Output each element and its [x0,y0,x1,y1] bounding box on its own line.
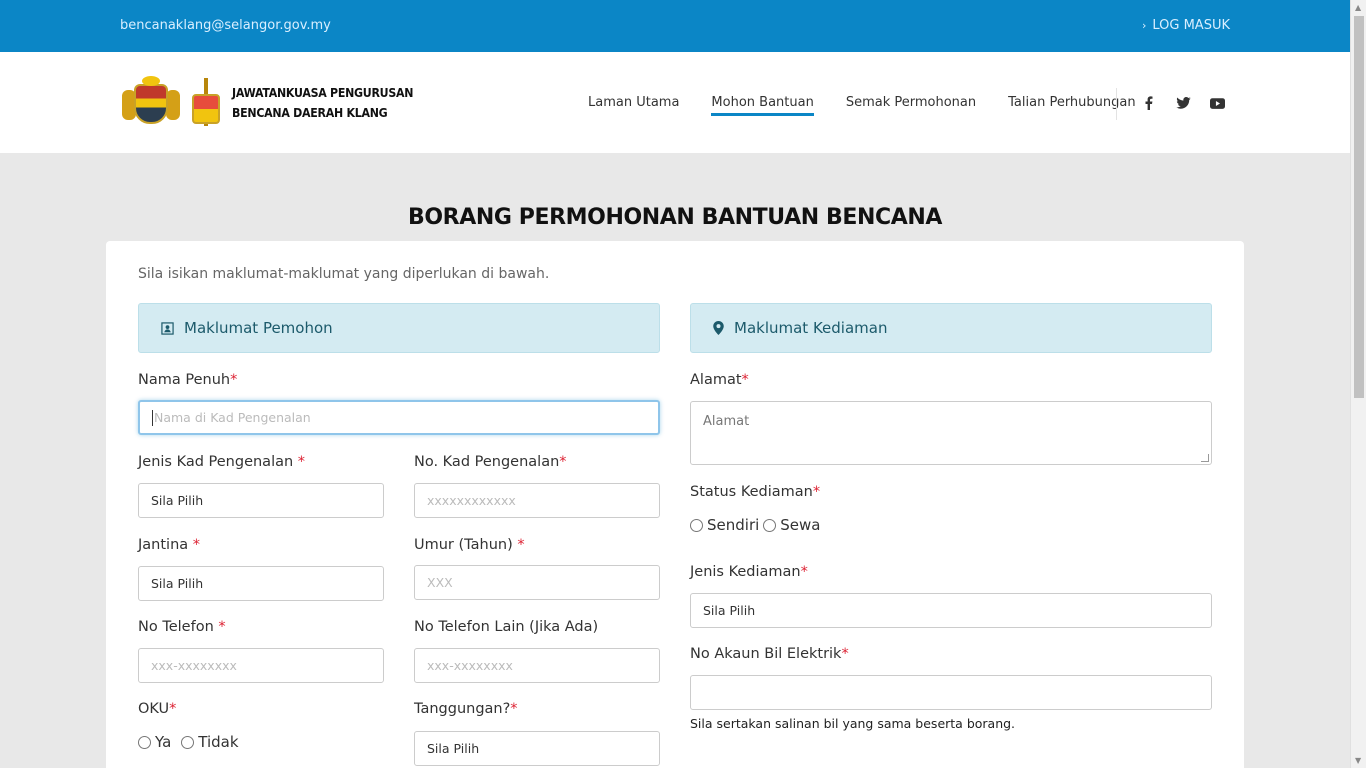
contact-email[interactable]: bencanaklang@selangor.gov.my [120,18,331,33]
status-sendiri-option[interactable]: Sendiri [690,516,759,534]
jenis-kp-select[interactable]: Sila Pilih [138,483,384,518]
status-sewa-option[interactable]: Sewa [763,516,821,534]
akaun-bil-input[interactable] [690,675,1212,710]
residence-info-panel: Maklumat Kediaman [690,303,1212,353]
site-header: JAWATANKUASA PENGURUSAN BENCANA DAERAH K… [0,52,1350,153]
login-link[interactable]: › LOG MASUK [1142,18,1230,33]
site-logo[interactable]: JAWATANKUASA PENGURUSAN BENCANA DAERAH K… [120,76,438,128]
login-label: LOG MASUK [1152,18,1230,33]
akaun-bil-note: Sila sertakan salinan bil yang sama bese… [690,716,1016,731]
status-kediaman-label: Status Kediaman* [690,484,821,500]
top-bar: bencanaklang@selangor.gov.my › LOG MASUK [0,0,1350,52]
umur-label: Umur (Tahun) * [414,537,525,553]
logo-line-2: BENCANA DAERAH KLANG [232,105,388,120]
scrollbar-thumb[interactable] [1354,16,1364,398]
main-nav: Laman Utama Mohon Bantuan Semak Permohon… [588,95,1136,116]
nav-mohon-bantuan[interactable]: Mohon Bantuan [711,95,815,116]
page-scrollbar[interactable]: ▲ ▼ [1350,0,1366,768]
jenis-kp-label: Jenis Kad Pengenalan * [138,454,306,470]
nav-semak-permohonan[interactable]: Semak Permohonan [846,95,976,116]
malaysia-coat-of-arms-icon [120,76,182,128]
jenis-kediaman-label: Jenis Kediaman* [690,564,808,580]
scroll-up-icon[interactable]: ▲ [1355,3,1361,12]
applicant-info-panel: Maklumat Pemohon [138,303,660,353]
tanggungan-select[interactable]: Sila Pilih [414,731,660,766]
resize-handle[interactable] [1201,454,1209,462]
jenis-kediaman-select[interactable]: Sila Pilih [690,593,1212,628]
no-kp-label: No. Kad Pengenalan* [414,454,567,470]
application-form: Sila isikan maklumat-maklumat yang diper… [106,241,1244,768]
logo-line-1: JAWATANKUASA PENGURUSAN [232,85,414,100]
oku-label: OKU* [138,701,177,717]
no-kp-input[interactable]: xxxxxxxxxxxx [414,483,660,518]
telefon-lain-label: No Telefon Lain (Jika Ada) [414,619,599,635]
map-marker-icon [713,321,724,335]
oku-ya-option[interactable]: Ya [138,733,171,751]
akaun-bil-label: No Akaun Bil Elektrik* [690,646,849,662]
chevron-right-icon: › [1141,19,1147,32]
oku-ya-radio[interactable] [138,735,151,749]
facebook-icon[interactable] [1140,94,1158,112]
status-sendiri-radio[interactable] [690,518,703,532]
twitter-icon[interactable] [1174,94,1192,112]
alamat-textarea[interactable]: Alamat [690,401,1212,465]
applicant-panel-title: Maklumat Pemohon [184,319,333,337]
telefon-label: No Telefon * [138,619,226,635]
residence-panel-title: Maklumat Kediaman [734,319,888,337]
nav-laman-utama[interactable]: Laman Utama [588,95,679,116]
page-title: BORANG PERMOHONAN BANTUAN BENCANA [408,205,942,230]
status-sewa-radio[interactable] [763,518,777,532]
form-intro: Sila isikan maklumat-maklumat yang diper… [138,266,550,282]
tanggungan-label: Tanggungan?* [414,701,518,717]
telefon-input[interactable]: xxx-xxxxxxxx [138,648,384,683]
telefon-lain-input[interactable]: xxx-xxxxxxxx [414,648,660,683]
logo-text: JAWATANKUASA PENGURUSAN BENCANA DAERAH K… [232,83,413,123]
jantina-select[interactable]: Sila Pilih [138,566,384,601]
nav-divider [1116,88,1117,120]
status-kediaman-radio-group: Sendiri Sewa [690,516,831,534]
jantina-label: Jantina * [138,537,201,553]
nama-input[interactable]: Nama di Kad Pengenalan [138,400,660,435]
nama-label: Nama Penuh* [138,372,238,388]
contact-card-icon [161,321,174,335]
oku-tidak-option[interactable]: Tidak [181,733,239,751]
youtube-icon[interactable] [1208,94,1226,112]
oku-radio-group: Ya Tidak [138,733,249,751]
alamat-label: Alamat* [690,372,749,388]
social-links [1140,94,1226,112]
scroll-down-icon[interactable]: ▼ [1355,756,1361,765]
oku-tidak-radio[interactable] [181,735,195,749]
selangor-coat-of-arms-icon [188,78,224,128]
umur-input[interactable]: XXX [414,565,660,600]
